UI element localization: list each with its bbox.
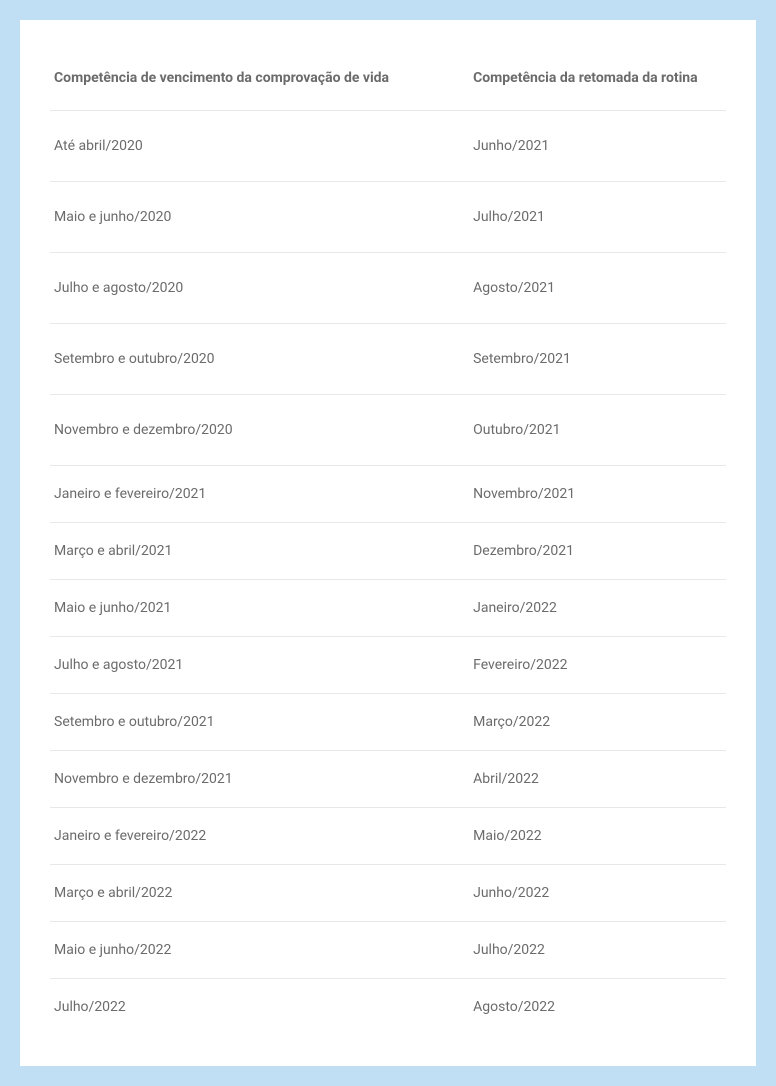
table-header-left: Competência de vencimento da comprovação… (50, 60, 469, 111)
cell-competencia-vencimento: Março e abril/2021 (50, 523, 469, 580)
cell-competencia-retomada: Junho/2021 (469, 111, 726, 182)
cell-competencia-vencimento: Março e abril/2022 (50, 865, 469, 922)
schedule-table: Competência de vencimento da comprovação… (50, 60, 726, 1035)
cell-competencia-vencimento: Maio e junho/2020 (50, 182, 469, 253)
table-row: Até abril/2020Junho/2021 (50, 111, 726, 182)
table-row: Janeiro e fevereiro/2021Novembro/2021 (50, 466, 726, 523)
table-row: Novembro e dezembro/2021Abril/2022 (50, 751, 726, 808)
cell-competencia-vencimento: Janeiro e fevereiro/2022 (50, 808, 469, 865)
cell-competencia-retomada: Abril/2022 (469, 751, 726, 808)
cell-competencia-vencimento: Julho/2022 (50, 979, 469, 1036)
cell-competencia-retomada: Julho/2021 (469, 182, 726, 253)
table-row: Julho e agosto/2020Agosto/2021 (50, 253, 726, 324)
table-row: Setembro e outubro/2020Setembro/2021 (50, 324, 726, 395)
cell-competencia-retomada: Janeiro/2022 (469, 580, 726, 637)
table-row: Maio e junho/2022Julho/2022 (50, 922, 726, 979)
cell-competencia-retomada: Março/2022 (469, 694, 726, 751)
cell-competencia-vencimento: Setembro e outubro/2020 (50, 324, 469, 395)
table-card: Competência de vencimento da comprovação… (20, 20, 756, 1066)
cell-competencia-vencimento: Maio e junho/2022 (50, 922, 469, 979)
table-row: Março e abril/2021Dezembro/2021 (50, 523, 726, 580)
cell-competencia-retomada: Agosto/2022 (469, 979, 726, 1036)
cell-competencia-retomada: Dezembro/2021 (469, 523, 726, 580)
table-row: Julho e agosto/2021Fevereiro/2022 (50, 637, 726, 694)
cell-competencia-vencimento: Setembro e outubro/2021 (50, 694, 469, 751)
cell-competencia-vencimento: Janeiro e fevereiro/2021 (50, 466, 469, 523)
table-row: Julho/2022Agosto/2022 (50, 979, 726, 1036)
table-row: Novembro e dezembro/2020Outubro/2021 (50, 395, 726, 466)
table-row: Março e abril/2022Junho/2022 (50, 865, 726, 922)
table-body: Até abril/2020Junho/2021Maio e junho/202… (50, 111, 726, 1036)
cell-competencia-vencimento: Julho e agosto/2020 (50, 253, 469, 324)
cell-competencia-retomada: Agosto/2021 (469, 253, 726, 324)
cell-competencia-retomada: Setembro/2021 (469, 324, 726, 395)
table-row: Maio e junho/2020Julho/2021 (50, 182, 726, 253)
table-header-right: Competência da retomada da rotina (469, 60, 726, 111)
table-row: Janeiro e fevereiro/2022Maio/2022 (50, 808, 726, 865)
cell-competencia-retomada: Fevereiro/2022 (469, 637, 726, 694)
table-row: Maio e junho/2021Janeiro/2022 (50, 580, 726, 637)
cell-competencia-retomada: Outubro/2021 (469, 395, 726, 466)
cell-competencia-vencimento: Novembro e dezembro/2021 (50, 751, 469, 808)
cell-competencia-retomada: Julho/2022 (469, 922, 726, 979)
table-row: Setembro e outubro/2021Março/2022 (50, 694, 726, 751)
cell-competencia-retomada: Junho/2022 (469, 865, 726, 922)
cell-competencia-vencimento: Novembro e dezembro/2020 (50, 395, 469, 466)
cell-competencia-vencimento: Julho e agosto/2021 (50, 637, 469, 694)
cell-competencia-retomada: Maio/2022 (469, 808, 726, 865)
cell-competencia-vencimento: Até abril/2020 (50, 111, 469, 182)
cell-competencia-vencimento: Maio e junho/2021 (50, 580, 469, 637)
cell-competencia-retomada: Novembro/2021 (469, 466, 726, 523)
